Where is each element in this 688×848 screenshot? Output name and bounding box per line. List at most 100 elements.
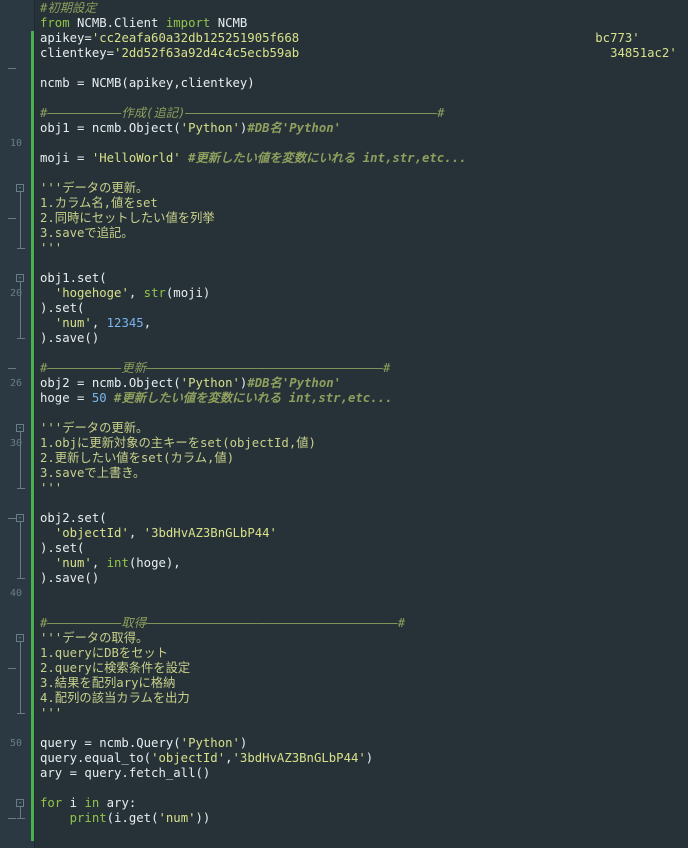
- code-token: #DB名'Python': [247, 121, 342, 135]
- code-line[interactable]: '''データの取得。: [40, 631, 148, 646]
- code-line[interactable]: 3.saveで追記。: [40, 226, 134, 241]
- code-token: obj2.set(: [40, 511, 107, 525]
- code-editor[interactable]: 10 20 26 30 40 50 - - - - - - #初期設定 from NCMB.Client…: [0, 0, 688, 848]
- code-line[interactable]: hoge = 50 #更新したい値を変数にいれる int,str,etc...: [40, 391, 392, 406]
- change-indicator: [31, 181, 34, 196]
- change-indicator: [31, 661, 34, 676]
- code-token: moji =: [40, 151, 92, 165]
- change-indicator: [31, 226, 34, 241]
- change-indicator: [31, 421, 34, 436]
- code-token: ): [365, 751, 374, 765]
- code-token: import: [165, 16, 211, 30]
- change-indicator: [31, 691, 34, 706]
- code-token: ''': [40, 241, 63, 255]
- fold-toggle-icon[interactable]: -: [16, 274, 24, 282]
- fold-end-mark: [17, 248, 25, 249]
- change-indicator: [31, 811, 34, 826]
- code-line[interactable]: for i in ary:: [40, 796, 136, 811]
- code-line[interactable]: 1.objに更新対象の主キーをset(objectId,値): [40, 436, 316, 451]
- code-line[interactable]: 'hogehoge', str(moji): [40, 286, 211, 301]
- change-indicator: [31, 706, 34, 721]
- code-line[interactable]: 'objectId', '3bdHvAZ3BnGLbP44': [40, 526, 277, 541]
- line-tick-mark: [8, 518, 16, 519]
- code-line[interactable]: ).set(: [40, 301, 84, 316]
- code-line[interactable]: ).save(): [40, 571, 99, 586]
- code-line[interactable]: 1.カラム名,値をset: [40, 196, 158, 211]
- code-line[interactable]: 2.更新したい値をset(カラム,値): [40, 451, 234, 466]
- code-token: #更新したい値を変数にいれる int,str,etc...: [188, 151, 467, 165]
- code-line[interactable]: ).set(: [40, 541, 84, 556]
- code-line[interactable]: ''': [40, 241, 62, 256]
- code-line[interactable]: #――――――――――取得―――――――――――――――――――――――――――…: [40, 616, 405, 631]
- code-line[interactable]: from NCMB.Client import NCMB: [40, 16, 247, 31]
- code-token: '''データの更新。: [40, 421, 149, 435]
- fold-end-mark: [17, 818, 25, 819]
- code-line[interactable]: query = ncmb.Query('Python'): [40, 736, 247, 751]
- code-line[interactable]: 'num', int(hoge),: [40, 556, 181, 571]
- fold-toggle-icon[interactable]: -: [16, 799, 24, 807]
- code-token: #――――――――――取得―――――――――――――――――――――――――――…: [40, 616, 406, 630]
- code-line[interactable]: 1.queryにDBをセット: [40, 646, 168, 661]
- code-token: '''データの取得。: [40, 631, 149, 645]
- line-number: 26: [9, 378, 22, 389]
- fold-range-line: [20, 807, 21, 818]
- change-indicator: [31, 721, 34, 736]
- code-line[interactable]: ''': [40, 481, 62, 496]
- code-line[interactable]: print(i.get('num')): [40, 811, 211, 826]
- code-line[interactable]: #――――――――――作成(追記)―――――――――――――――――――――――…: [40, 106, 445, 121]
- code-token: '3bdHvAZ3BnGLbP44': [143, 526, 277, 540]
- fold-toggle-icon[interactable]: -: [16, 514, 24, 522]
- line-tick-mark: [8, 218, 16, 219]
- code-line[interactable]: query.equal_to('objectId','3bdHvAZ3BnGLb…: [40, 751, 373, 766]
- code-token: i: [62, 796, 85, 810]
- code-line[interactable]: ''': [40, 706, 62, 721]
- code-line[interactable]: #――――――――――更新―――――――――――――――――――――――――――…: [40, 361, 390, 376]
- change-indicator: [31, 301, 34, 316]
- change-indicator: [31, 196, 34, 211]
- code-token: NCMB.Client: [69, 16, 166, 30]
- fold-toggle-icon[interactable]: -: [16, 634, 24, 642]
- change-indicator: [31, 541, 34, 556]
- code-line[interactable]: '''データの更新。: [40, 421, 148, 436]
- code-line[interactable]: '''データの更新。: [40, 181, 148, 196]
- fold-toggle-icon[interactable]: -: [16, 424, 24, 432]
- change-indicator: [31, 376, 34, 391]
- code-token: 50: [91, 391, 107, 405]
- change-indicator: [31, 331, 34, 346]
- code-line[interactable]: obj1 = ncmb.Object('Python')#DB名'Python': [40, 121, 341, 136]
- code-line[interactable]: 4.配列の該当カラムを出力: [40, 691, 190, 706]
- change-indicator: [31, 646, 34, 661]
- code-token: 2.同時にセットしたい値を列挙: [40, 211, 215, 225]
- code-token: query.equal_to(: [40, 751, 152, 765]
- change-indicator: [31, 616, 34, 631]
- fold-toggle-icon[interactable]: -: [16, 184, 24, 192]
- code-token: 1.カラム名,値をset: [40, 196, 158, 210]
- code-line[interactable]: 3.結果を配列aryに格納: [40, 676, 175, 691]
- code-line[interactable]: 2.queryに検索条件を設定: [40, 661, 190, 676]
- line-number-gutter: 10 20 26 30 40 50 - - - - - -: [0, 0, 35, 848]
- change-indicator: [31, 31, 34, 46]
- code-token: 'hogehoge': [54, 286, 129, 300]
- code-token: query = ncmb.Query(: [40, 736, 181, 750]
- code-line[interactable]: ary = query.fetch_all(): [40, 766, 210, 781]
- code-line[interactable]: 2.同時にセットしたい値を列挙: [40, 211, 215, 226]
- code-line[interactable]: obj1.set(: [40, 271, 107, 286]
- fold-end-mark: [17, 713, 25, 714]
- code-line[interactable]: ).save(): [40, 331, 99, 346]
- code-line[interactable]: 3.saveで上書き。: [40, 466, 145, 481]
- code-line[interactable]: ncmb = NCMB(apikey,clientkey): [40, 76, 255, 91]
- code-token: ,: [225, 751, 233, 765]
- code-line[interactable]: obj2 = ncmb.Object('Python')#DB名'Python': [40, 376, 341, 391]
- code-line[interactable]: #初期設定: [40, 1, 97, 16]
- code-line[interactable]: obj2.set(: [40, 511, 107, 526]
- code-line[interactable]: 'num', 12345,: [40, 316, 151, 331]
- code-line[interactable]: moji = 'HelloWorld' #更新したい値を変数にいれる int,s…: [40, 151, 466, 166]
- fold-end-mark: [17, 338, 25, 339]
- change-indicator: [31, 826, 34, 841]
- code-token: from: [40, 16, 70, 30]
- line-number: 50: [9, 738, 22, 749]
- code-token: '2dd52f63a92d4c4c5ecb59ab: [114, 46, 300, 60]
